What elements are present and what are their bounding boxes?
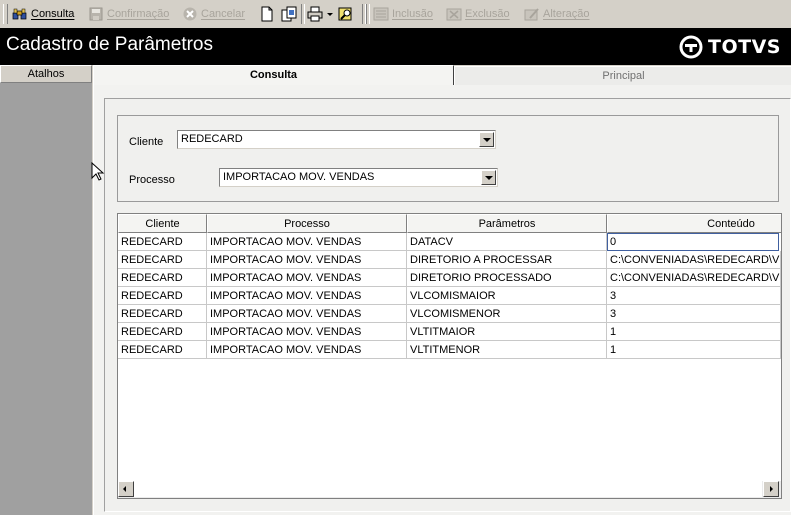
- cancel-icon: [182, 6, 198, 22]
- save-icon: [88, 6, 104, 22]
- add-record-icon: [373, 6, 389, 22]
- exclusao-label: Exclusão: [465, 8, 510, 20]
- logo-text: TOTVS: [708, 36, 781, 58]
- toolbar: Consulta Confirmação Cancelar Inclusão E…: [0, 0, 791, 29]
- column-header-conteudo[interactable]: Conteúdo: [607, 214, 781, 233]
- cell-cliente[interactable]: REDECARD: [118, 287, 207, 305]
- filter-group: [117, 115, 779, 202]
- cell-processo[interactable]: IMPORTACAO MOV. VENDAS: [207, 233, 407, 251]
- cell-cliente[interactable]: REDECARD: [118, 305, 207, 323]
- scroll-right-icon[interactable]: [763, 481, 779, 497]
- cell-conteudo[interactable]: 3: [607, 305, 781, 323]
- table-row[interactable]: REDECARD IMPORTACAO MOV. VENDAS VLCOMISM…: [118, 305, 781, 323]
- new-document-icon[interactable]: [258, 5, 276, 23]
- mouse-cursor-icon: [91, 162, 105, 181]
- cell-processo[interactable]: IMPORTACAO MOV. VENDAS: [207, 305, 407, 323]
- cell-parametros[interactable]: DATACV: [407, 233, 607, 251]
- inclusao-button[interactable]: Inclusão: [373, 4, 433, 24]
- table-row[interactable]: REDECARD IMPORTACAO MOV. VENDAS DIRETORI…: [118, 269, 781, 287]
- cliente-label: Cliente: [129, 136, 164, 148]
- chevron-down-icon[interactable]: [479, 132, 494, 147]
- cell-conteudo[interactable]: 1: [607, 323, 781, 341]
- cliente-value: REDECARD: [181, 133, 243, 145]
- alteracao-label: Alteração: [543, 8, 590, 20]
- cell-parametros[interactable]: DIRETORIO A PROCESSAR: [407, 251, 607, 269]
- cell-conteudo[interactable]: C:\CONVENIADAS\REDECARD\V: [607, 269, 781, 287]
- column-header-processo[interactable]: Processo: [207, 214, 407, 233]
- cell-cliente[interactable]: REDECARD: [118, 251, 207, 269]
- cliente-select[interactable]: REDECARD: [177, 130, 496, 149]
- table-row[interactable]: REDECARD IMPORTACAO MOV. VENDAS VLTITMAI…: [118, 323, 781, 341]
- cancelar-label: Cancelar: [201, 8, 246, 20]
- exclusao-button[interactable]: Exclusão: [446, 4, 510, 24]
- table-row[interactable]: REDECARD IMPORTACAO MOV. VENDAS VLTITMEN…: [118, 341, 781, 359]
- totvs-logo: TOTVS: [679, 34, 781, 60]
- grid-header: Cliente Processo Parâmetros Conteúdo: [118, 214, 781, 233]
- cell-cliente[interactable]: REDECARD: [118, 341, 207, 359]
- search-edit-icon[interactable]: [337, 5, 355, 23]
- cell-cliente[interactable]: REDECARD: [118, 269, 207, 287]
- confirmacao-label: Confirmação: [107, 8, 170, 20]
- parameters-grid[interactable]: Cliente Processo Parâmetros Conteúdo RED…: [117, 213, 782, 499]
- cell-conteudo[interactable]: C:\CONVENIADAS\REDECARD\V: [607, 251, 781, 269]
- cell-conteudo[interactable]: 3: [607, 287, 781, 305]
- column-header-parametros[interactable]: Parâmetros: [407, 214, 607, 233]
- tab-consulta[interactable]: Consulta: [93, 65, 454, 85]
- tab-principal[interactable]: Principal: [454, 66, 791, 86]
- column-header-cliente[interactable]: Cliente: [118, 214, 207, 233]
- processo-select[interactable]: IMPORTACAO MOV. VENDAS: [219, 168, 498, 187]
- inclusao-label: Inclusão: [392, 8, 433, 20]
- cell-processo[interactable]: IMPORTACAO MOV. VENDAS: [207, 287, 407, 305]
- cell-parametros[interactable]: VLTITMENOR: [407, 341, 607, 359]
- dropdown-arrow-icon[interactable]: [325, 5, 335, 23]
- cell-processo[interactable]: IMPORTACAO MOV. VENDAS: [207, 269, 407, 287]
- processo-label: Processo: [129, 174, 175, 186]
- alteracao-button[interactable]: Alteração: [524, 4, 589, 24]
- processo-value: IMPORTACAO MOV. VENDAS: [223, 171, 375, 183]
- title-bar: Cadastro de Parâmetros TOTVS: [0, 28, 791, 65]
- copy-document-icon[interactable]: [280, 5, 298, 23]
- table-row[interactable]: REDECARD IMPORTACAO MOV. VENDAS DIRETORI…: [118, 251, 781, 269]
- scroll-left-icon[interactable]: [118, 481, 134, 497]
- binoculars-icon: [12, 6, 28, 22]
- table-row[interactable]: REDECARD IMPORTACAO MOV. VENDAS VLCOMISM…: [118, 287, 781, 305]
- cell-conteudo[interactable]: 1: [607, 341, 781, 359]
- cell-cliente[interactable]: REDECARD: [118, 323, 207, 341]
- cancelar-button[interactable]: Cancelar: [182, 4, 245, 24]
- consulta-label: Consulta: [31, 8, 75, 20]
- sidebar: Atalhos: [0, 65, 92, 515]
- cell-conteudo[interactable]: 0: [607, 233, 779, 251]
- cell-parametros[interactable]: VLTITMAIOR: [407, 323, 607, 341]
- horizontal-scrollbar[interactable]: [118, 481, 781, 498]
- confirmacao-button[interactable]: Confirmação: [88, 4, 169, 24]
- sidebar-title[interactable]: Atalhos: [0, 65, 92, 83]
- grid-body: REDECARD IMPORTACAO MOV. VENDAS DATACV 0…: [118, 233, 781, 359]
- printer-icon[interactable]: [306, 5, 324, 23]
- scroll-thumb[interactable]: [134, 481, 762, 497]
- page-title: Cadastro de Parâmetros: [6, 34, 213, 55]
- cell-parametros[interactable]: VLCOMISMAIOR: [407, 287, 607, 305]
- cell-processo[interactable]: IMPORTACAO MOV. VENDAS: [207, 323, 407, 341]
- delete-record-icon: [446, 6, 462, 22]
- edit-record-icon: [524, 6, 540, 22]
- cell-cliente[interactable]: REDECARD: [118, 233, 207, 251]
- consulta-button[interactable]: Consulta: [12, 4, 74, 24]
- toolbar-grip[interactable]: [3, 4, 8, 24]
- table-row[interactable]: REDECARD IMPORTACAO MOV. VENDAS DATACV 0: [118, 233, 781, 251]
- cell-parametros[interactable]: VLCOMISMENOR: [407, 305, 607, 323]
- cell-processo[interactable]: IMPORTACAO MOV. VENDAS: [207, 341, 407, 359]
- cell-parametros[interactable]: DIRETORIO PROCESSADO: [407, 269, 607, 287]
- cell-processo[interactable]: IMPORTACAO MOV. VENDAS: [207, 251, 407, 269]
- chevron-down-icon[interactable]: [481, 170, 496, 185]
- totvs-logo-icon: [679, 35, 703, 59]
